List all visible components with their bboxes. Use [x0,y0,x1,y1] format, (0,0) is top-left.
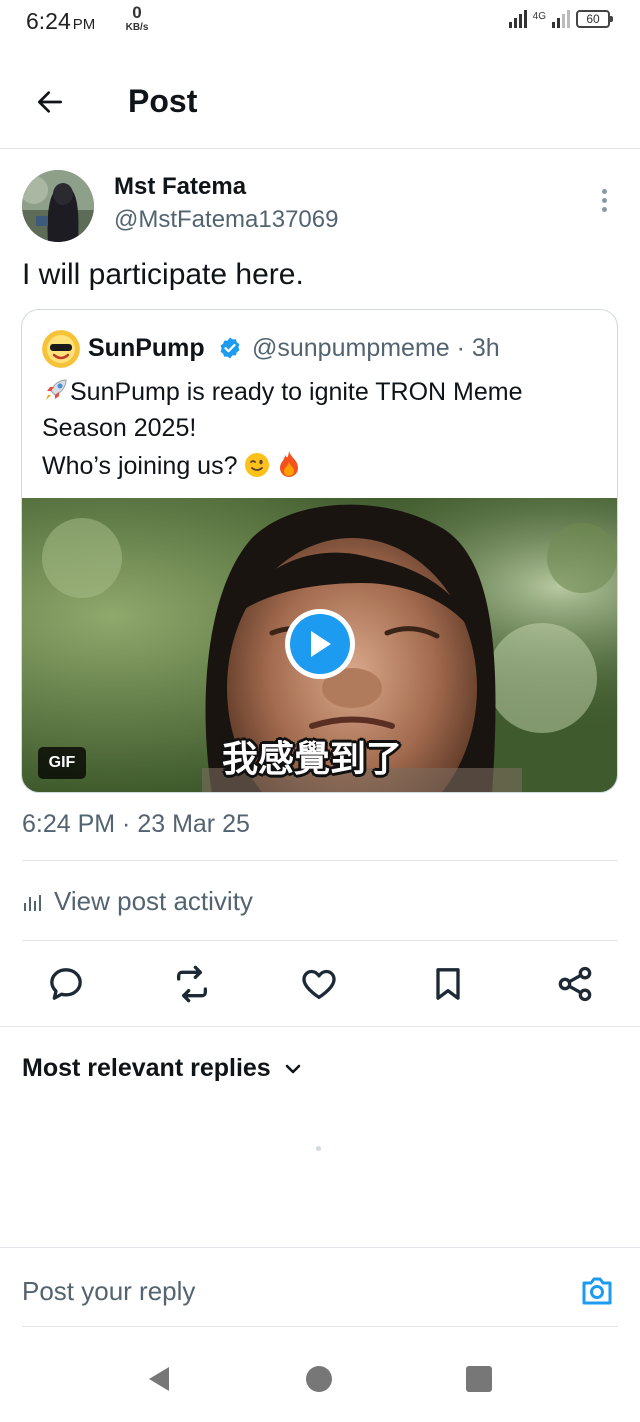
signal-icon [508,10,527,28]
reply-button[interactable] [42,960,90,1008]
more-vertical-icon [601,188,607,194]
view-post-activity-link[interactable]: View post activity [22,886,253,917]
analytics-icon [24,894,41,911]
fire-emoji-icon [280,451,299,477]
avatar-image [22,170,94,242]
page-title: Post [128,83,198,119]
nav-back-button[interactable] [145,1364,173,1394]
nav-home-button[interactable] [306,1366,332,1392]
camera-button[interactable] [579,1273,615,1309]
divider [0,1026,640,1027]
reply-icon [50,968,82,1000]
quoted-author-handle: @sunpumpmeme · 3h [252,334,500,362]
repost-button[interactable] [168,960,216,1008]
winking-face-emoji-icon [245,453,270,477]
battery-icon: 60 [576,10,613,28]
replies-sort-label: Most relevant replies [22,1054,271,1082]
post-text: I will participate here. [22,258,304,291]
quoted-text-line-1-text: SunPump is ready to ignite TRON Meme [70,378,523,406]
sunpump-avatar [42,330,80,368]
like-button[interactable] [295,960,343,1008]
verified-badge-icon [220,337,240,359]
share-button[interactable] [551,960,599,1008]
divider [22,940,618,941]
bookmark-icon [436,968,460,1000]
share-icon [558,966,592,1002]
replies-sort-dropdown[interactable]: Most relevant replies [22,1054,303,1083]
loading-indicator [316,1146,321,1151]
back-button[interactable] [26,78,74,126]
status-time-ampm: PM [72,16,96,33]
play-icon [290,614,350,674]
post-timestamp: 6:24 PM · 23 Mar 25 [22,810,250,838]
network-speed: 0 KB/s [122,4,152,33]
network-speed-value: 0 [132,3,142,22]
nav-recents-button[interactable] [466,1366,492,1392]
quoted-text-line-1: SunPump is ready to ignite TRON Meme [42,376,523,407]
nav-back-icon [149,1367,169,1391]
network-speed-unit: KB/s [125,22,149,33]
top-app-bar: Post [0,56,640,149]
status-icons: 4G 60 [508,10,613,28]
status-time-value: 6:24 [26,8,71,34]
rocket-emoji-icon [46,379,67,400]
reply-input[interactable]: Post your reply [22,1276,195,1307]
bookmark-button[interactable] [424,960,472,1008]
divider [22,1326,618,1327]
quoted-text-line-2: Season 2025! [42,414,197,442]
network-type: 4G [532,11,546,22]
author-avatar[interactable] [22,170,94,242]
like-icon [302,969,336,999]
divider [22,860,618,861]
chevron-down-icon [285,1064,300,1073]
author-name[interactable]: Mst Fatema [114,173,246,201]
quoted-post-card[interactable]: SunPump @sunpumpmeme · 3h SunPump is rea… [21,309,618,793]
quoted-text-line-3-text: Who’s joining us? [42,452,238,480]
author-handle[interactable]: @MstFatema137069 [114,206,338,234]
more-options-button[interactable] [592,184,616,216]
camera-icon [582,1277,612,1305]
signal-icon-2 [552,10,570,28]
quoted-text-line-3: Who’s joining us? [42,450,301,481]
quoted-author-name: SunPump [88,334,205,362]
gif-media[interactable]: GIF 我感覺到了 [22,498,617,792]
arrow-left-icon [38,91,62,113]
play-button[interactable] [285,609,355,679]
status-time: 6:24 PM [26,8,95,35]
repost-icon [177,965,207,1003]
status-bar: 6:24 PM 0 KB/s 4G 60 [0,0,640,44]
view-post-activity-label: View post activity [54,886,253,916]
gif-badge: GIF [38,747,86,779]
gif-subtitle: 我感覺到了 [222,739,403,780]
divider [0,1247,640,1248]
battery-level: 60 [586,12,600,26]
